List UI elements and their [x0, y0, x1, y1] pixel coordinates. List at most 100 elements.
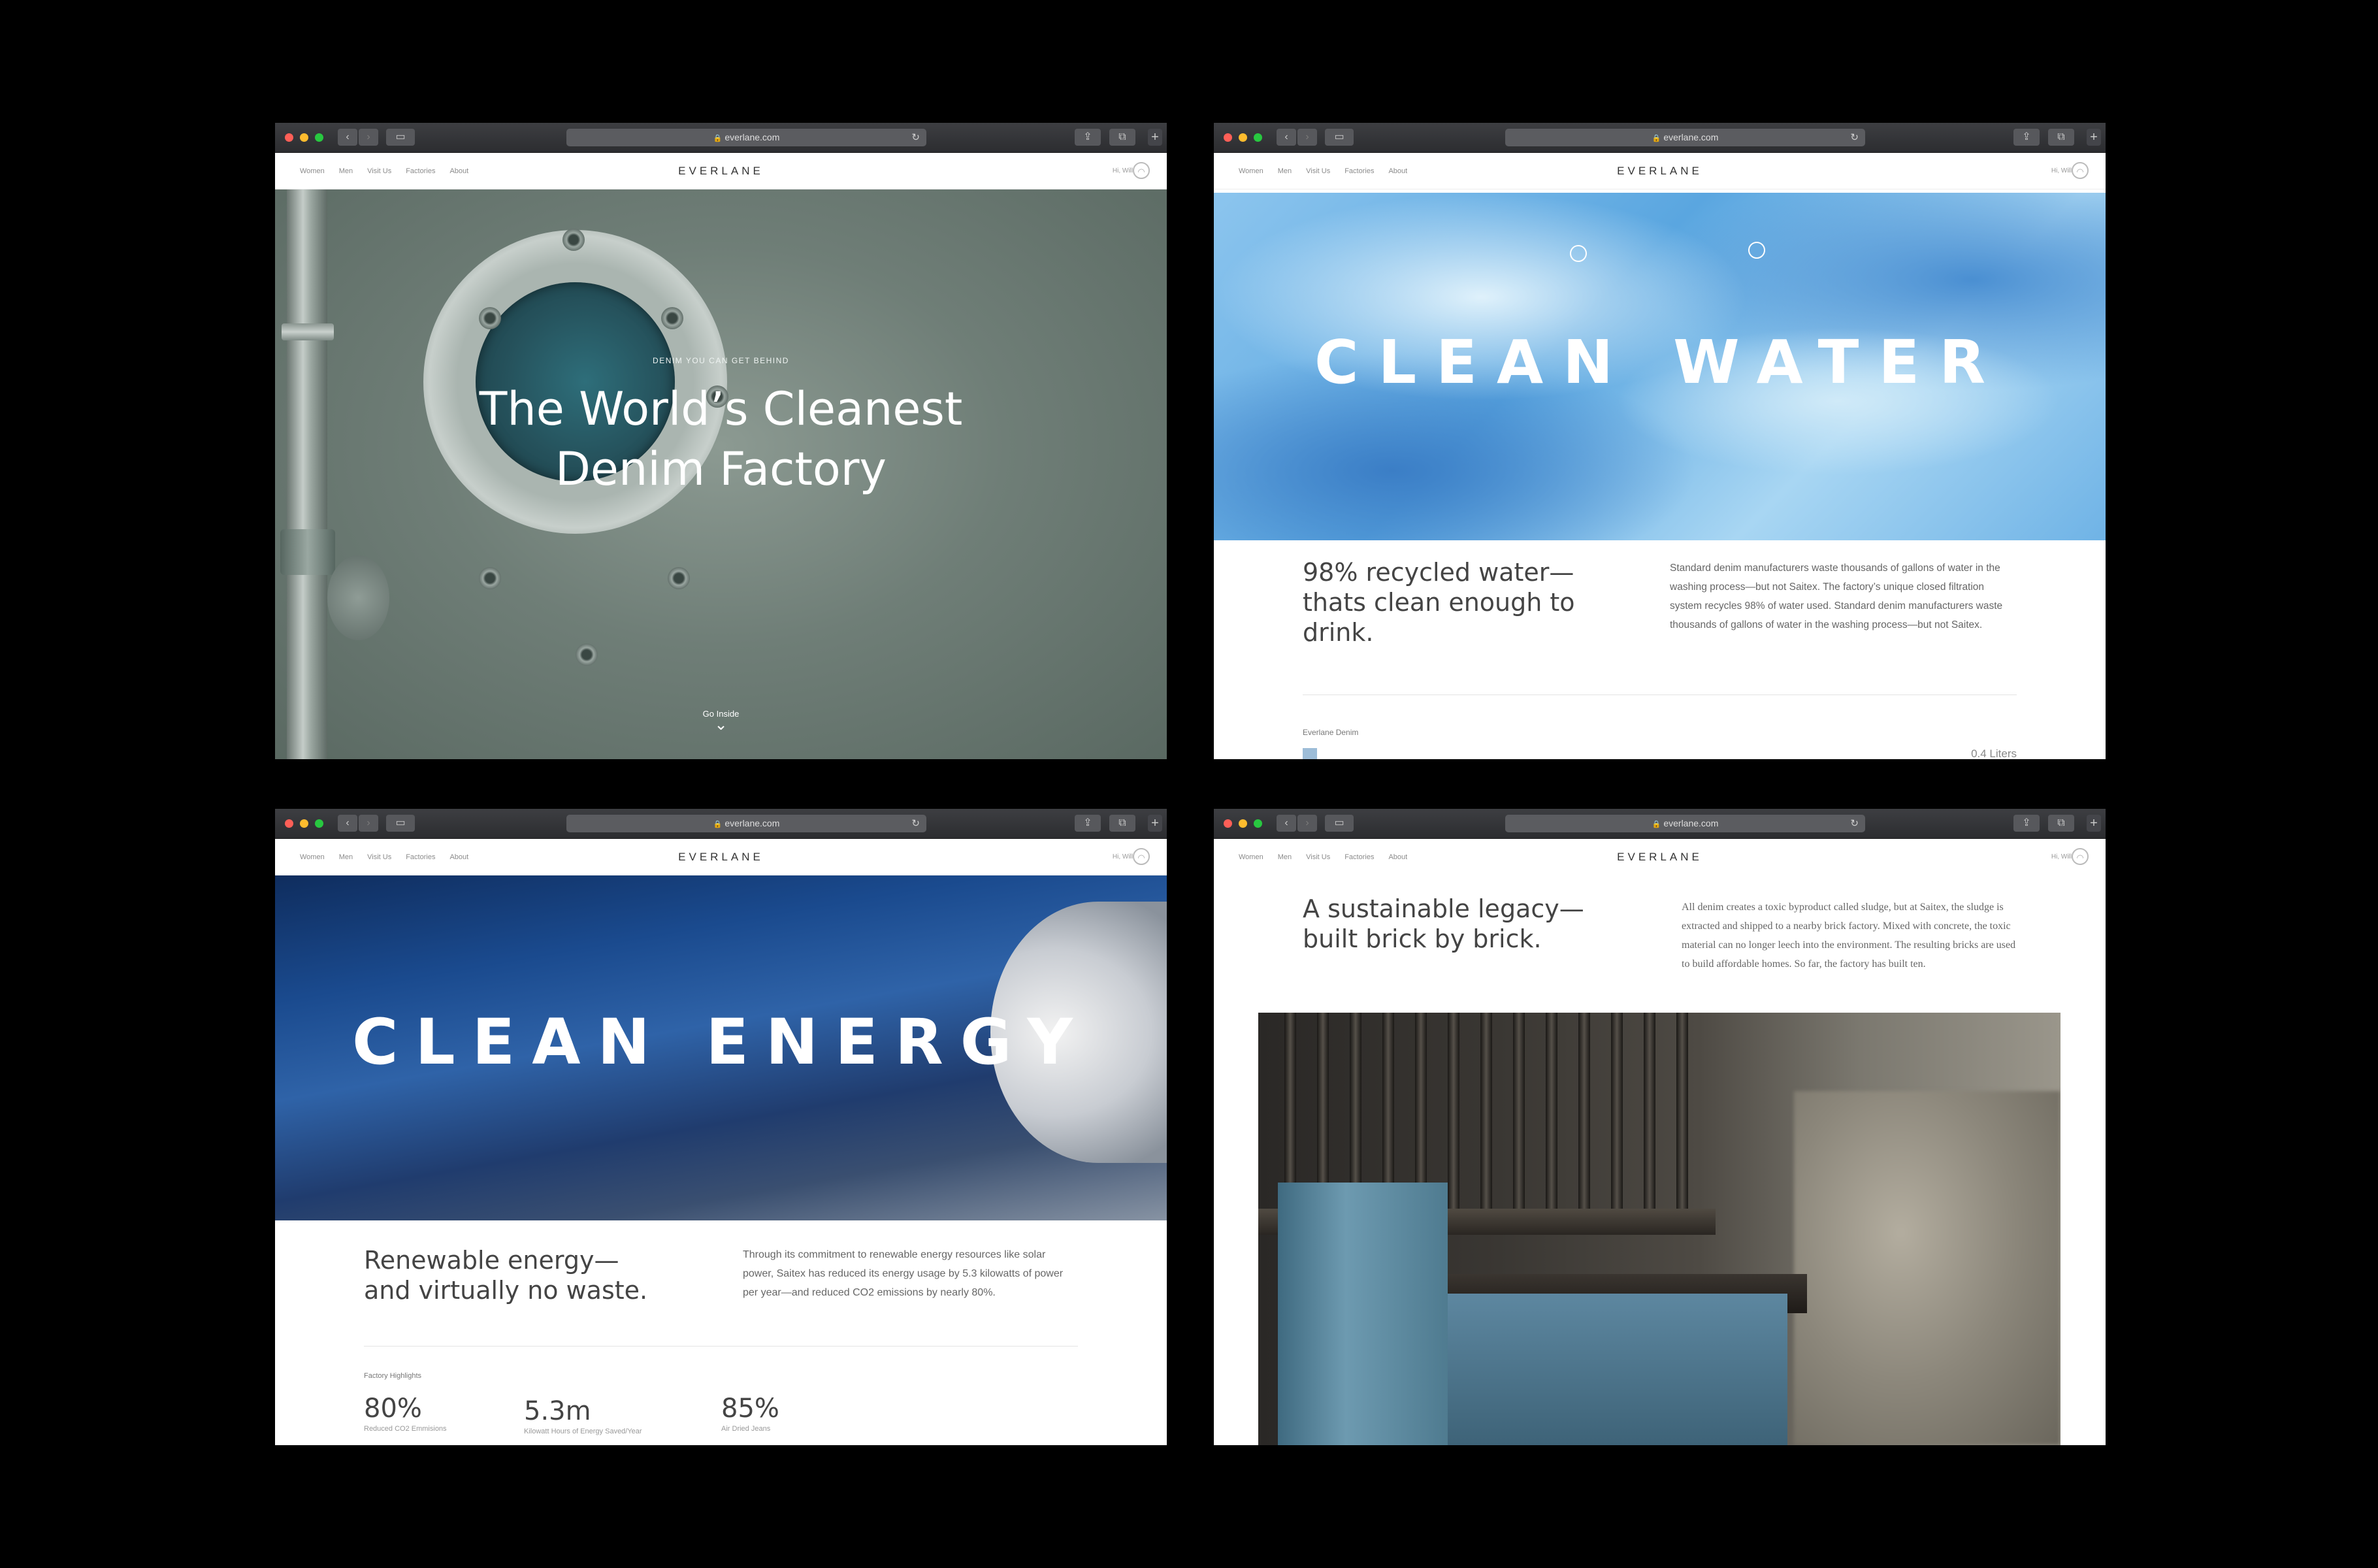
heading-line3: drink.: [1303, 618, 1374, 647]
bolt: [479, 567, 501, 589]
cart-icon[interactable]: ◠: [2072, 162, 2089, 179]
grate-bar: [1644, 1013, 1655, 1222]
stat-label: Kilowatt Hours of Energy Saved/Year: [524, 1428, 642, 1435]
back-icon[interactable]: ‹: [1277, 815, 1296, 832]
share-icon[interactable]: ⇪: [2013, 129, 2040, 146]
hero-image-joint: [280, 529, 335, 575]
share-icon[interactable]: ⇪: [1075, 815, 1101, 832]
clean-energy-hero: CLEAN ENERGY: [275, 875, 1167, 1220]
user-greeting[interactable]: Hi, Will: [2051, 153, 2072, 189]
zoom-window-button[interactable]: [315, 819, 323, 828]
cart-icon[interactable]: ◠: [1133, 848, 1150, 865]
close-window-button[interactable]: [285, 133, 293, 142]
comparison-bar: [1303, 748, 1317, 759]
bolt: [562, 229, 585, 251]
browser-toolbar: ‹ › ▭ 🔒 everlane.com ↻ ⇪ ⧉ +: [1214, 123, 2106, 153]
share-icon[interactable]: ⇪: [2013, 815, 2040, 832]
forward-icon[interactable]: ›: [359, 815, 378, 832]
machine-base: [1448, 1294, 1787, 1445]
grate-bar: [1480, 1013, 1492, 1222]
tabs-icon[interactable]: ⧉: [2048, 129, 2074, 146]
site-logo[interactable]: EVERLANE: [275, 153, 1167, 189]
bar-value: 0.4 Liters: [1971, 747, 2017, 759]
grate-bar: [1611, 1013, 1623, 1222]
minimize-window-button[interactable]: [300, 819, 308, 828]
water-content: 98% recycled water— thats clean enough t…: [1214, 540, 2106, 759]
site-logo[interactable]: EVERLANE: [1214, 153, 2106, 189]
heading-line2: thats clean enough to: [1303, 588, 1575, 617]
minimize-window-button[interactable]: [300, 133, 308, 142]
stats-row: 80% Reduced CO2 Emmisions 5.3m Kilowatt …: [364, 1394, 852, 1435]
address-bar[interactable]: 🔒 everlane.com ↻: [566, 129, 926, 146]
heading-line2: built brick by brick.: [1303, 924, 1542, 953]
zoom-window-button[interactable]: [1254, 819, 1262, 828]
site-nav: Women Men Visit Us Factories About EVERL…: [275, 839, 1167, 875]
grate-bar: [1578, 1013, 1590, 1222]
browser-window-denim-factory: ‹ › ▭ 🔒 everlane.com ↻ ⇪ ⧉ + Women Men Vis…: [275, 123, 1167, 759]
sidebar-icon[interactable]: ▭: [386, 815, 415, 832]
back-icon[interactable]: ‹: [338, 815, 357, 832]
stat-value: 5.3m: [524, 1396, 591, 1426]
tabs-icon[interactable]: ⧉: [2048, 815, 2074, 832]
hero-title-line1: The World’s Cleanest: [479, 382, 963, 436]
zoom-window-button[interactable]: [315, 133, 323, 142]
grate-bar: [1546, 1013, 1557, 1222]
new-tab-icon[interactable]: +: [1148, 815, 1162, 832]
bar-label: Everlane Denim: [1303, 728, 1359, 737]
section-heading: Renewable energy— and virtually no waste…: [364, 1245, 677, 1305]
grate-bar: [1513, 1013, 1525, 1222]
bolt: [661, 307, 683, 329]
reload-icon[interactable]: ↻: [911, 129, 920, 146]
address-bar[interactable]: 🔒 everlane.com ↻: [566, 815, 926, 832]
cart-icon[interactable]: ◠: [1133, 162, 1150, 179]
grate-bar: [1676, 1013, 1688, 1222]
site-logo[interactable]: EVERLANE: [1214, 839, 2106, 875]
divider: [364, 1346, 1078, 1347]
reload-icon[interactable]: ↻: [1850, 129, 1859, 146]
sidebar-icon[interactable]: ▭: [1325, 815, 1354, 832]
user-greeting[interactable]: Hi, Will: [1113, 839, 1133, 875]
site-logo[interactable]: EVERLANE: [275, 839, 1167, 875]
cart-icon[interactable]: ◠: [2072, 848, 2089, 865]
stat-value: 80%: [364, 1394, 422, 1424]
close-window-button[interactable]: [285, 819, 293, 828]
sidebar-icon[interactable]: ▭: [1325, 129, 1354, 146]
share-icon[interactable]: ⇪: [1075, 129, 1101, 146]
site-nav: Women Men Visit Us Factories About EVERL…: [1214, 153, 2106, 189]
forward-icon[interactable]: ›: [359, 129, 378, 146]
minimize-window-button[interactable]: [1239, 133, 1247, 142]
new-tab-icon[interactable]: +: [2087, 129, 2101, 146]
forward-icon[interactable]: ›: [1297, 815, 1317, 832]
user-greeting[interactable]: Hi, Will: [1113, 153, 1133, 189]
heading-line1: Renewable energy—: [364, 1246, 619, 1275]
close-window-button[interactable]: [1224, 819, 1232, 828]
close-window-button[interactable]: [1224, 133, 1232, 142]
user-greeting[interactable]: Hi, Will: [2051, 839, 2072, 875]
back-icon[interactable]: ‹: [338, 129, 357, 146]
bubble: [1748, 242, 1765, 259]
minimize-window-button[interactable]: [1239, 819, 1247, 828]
back-icon[interactable]: ‹: [1277, 129, 1296, 146]
hero-image-clamp: [282, 323, 334, 340]
new-tab-icon[interactable]: +: [2087, 815, 2101, 832]
tabs-icon[interactable]: ⧉: [1109, 815, 1135, 832]
hero-title: CLEAN ENERGY: [352, 1005, 1090, 1079]
section-heading: 98% recycled water— thats clean enough t…: [1303, 557, 1616, 647]
chevron-down-icon[interactable]: ⌄: [275, 717, 1167, 733]
lock-icon: 🔒: [1652, 135, 1661, 142]
reload-icon[interactable]: ↻: [1850, 815, 1859, 832]
address-bar[interactable]: 🔒 everlane.com ↻: [1505, 129, 1865, 146]
new-tab-icon[interactable]: +: [1148, 129, 1162, 146]
browser-window-brick-legacy: ‹ › ▭ 🔒 everlane.com ↻ ⇪ ⧉ + Women Men Vis…: [1214, 809, 2106, 1445]
tabs-icon[interactable]: ⧉: [1109, 129, 1135, 146]
address-bar[interactable]: 🔒 everlane.com ↻: [1505, 815, 1865, 832]
sidebar-icon[interactable]: ▭: [386, 129, 415, 146]
url-text: everlane.com: [725, 818, 780, 828]
url-text: everlane.com: [1663, 132, 1719, 142]
reload-icon[interactable]: ↻: [911, 815, 920, 832]
stat-label: Reduced CO2 Emmisions: [364, 1425, 447, 1433]
zoom-window-button[interactable]: [1254, 133, 1262, 142]
section-body: Through its commitment to renewable ener…: [743, 1249, 1064, 1298]
machine-block: [1278, 1183, 1448, 1445]
forward-icon[interactable]: ›: [1297, 129, 1317, 146]
